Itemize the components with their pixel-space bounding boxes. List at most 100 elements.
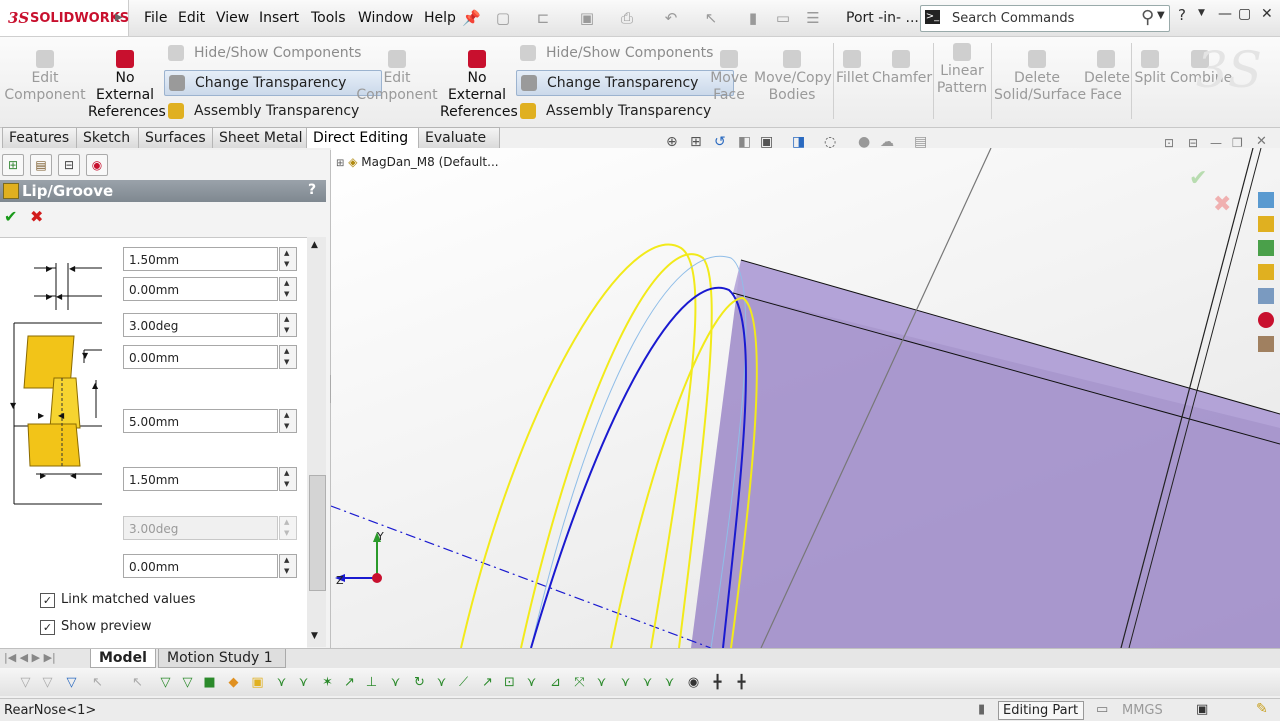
ok-button[interactable]: ✔ (4, 207, 17, 226)
no-external-references-button-1[interactable]: No External References (88, 50, 166, 121)
lip-height-stepper[interactable]: ▲ ▼ (279, 247, 297, 271)
scrollbar-thumb[interactable] (309, 475, 326, 591)
edit-appearance-icon[interactable]: ● (858, 134, 870, 150)
solidworks-logo[interactable]: 3S SOLIDWORKS ▶ (0, 0, 129, 36)
move-face-button[interactable]: Move Face (708, 50, 750, 104)
filter-vertices-icon[interactable]: ▽ (158, 675, 173, 690)
minimize-icon[interactable]: — (1218, 6, 1232, 22)
hide-show-components-button-1[interactable]: Hide/Show Components (164, 41, 382, 65)
hide-show-components-button-2[interactable]: Hide/Show Components (516, 41, 734, 65)
display-style-icon[interactable]: ◨ (792, 134, 805, 150)
tab-sheet-metal[interactable]: Sheet Metal (212, 127, 312, 148)
custom-properties-icon[interactable] (1258, 336, 1274, 352)
split-button[interactable]: Split (1134, 50, 1166, 87)
filter-surfaces-icon[interactable]: ◆ (226, 675, 241, 690)
groove-depth-stepper[interactable]: ▲ ▼ (279, 409, 297, 433)
filter-dowel-icon[interactable]: ╋ (734, 675, 749, 690)
options-icon[interactable]: ☰ (804, 9, 822, 27)
edit-component-button-2[interactable]: Edit Component (356, 50, 438, 104)
lip-height-field[interactable]: 1.50mm (123, 247, 278, 271)
show-preview-checkbox[interactable]: ✓ (40, 620, 55, 635)
apply-scene-icon[interactable]: ☁ (880, 134, 894, 150)
link-matched-values-checkbox[interactable]: ✓ (40, 593, 55, 608)
groove-width-stepper[interactable]: ▲ ▼ (279, 467, 297, 491)
filter-center-marks-icon[interactable]: ╋ (710, 675, 725, 690)
filter-blocks-icon[interactable]: ⊡ (502, 675, 517, 690)
filter-sketch-icon[interactable]: ▽ (180, 675, 195, 690)
zoom-area-icon[interactable]: ⊞ (690, 134, 702, 150)
view-palette-icon[interactable] (1258, 288, 1274, 304)
menu-help[interactable]: Help (424, 10, 456, 26)
property-manager-tab-icon[interactable]: ▤ (30, 154, 52, 176)
filter-solid-icon[interactable]: ■ (202, 675, 217, 690)
design-library-icon[interactable] (1258, 240, 1274, 256)
cancel-button[interactable]: ✖ (30, 207, 43, 226)
filter-cosmetic-icon[interactable]: ⋎ (594, 675, 609, 690)
filter-planes-icon[interactable]: ⋎ (296, 675, 311, 690)
select-other-icon[interactable]: ↖ (130, 675, 145, 690)
groove-depth-field[interactable]: 5.00mm (123, 409, 278, 433)
tab-model[interactable]: Model (90, 649, 156, 668)
open-icon[interactable]: ⊏ (534, 9, 552, 27)
menu-insert[interactable]: Insert (259, 10, 299, 26)
menu-edit[interactable]: Edit (178, 10, 205, 26)
offset-stepper[interactable]: ▲ ▼ (279, 345, 297, 369)
select-icon[interactable]: ↖ (702, 9, 720, 27)
status-units[interactable]: MMGS (1122, 703, 1163, 718)
panel-scrollbar[interactable]: ▲ ▼ (307, 237, 326, 647)
section-view-icon[interactable]: ◧ (738, 134, 751, 150)
linear-pattern-button[interactable]: Linear Pattern (936, 43, 988, 97)
close-icon[interactable]: ✕ (1261, 6, 1273, 22)
print-icon[interactable]: ⎙ (618, 9, 636, 27)
filter-balloons-icon[interactable]: ⋎ (640, 675, 655, 690)
tab-sketch[interactable]: Sketch (76, 127, 142, 148)
draft-angle-stepper[interactable]: ▲ ▼ (279, 313, 297, 337)
appearances-icon[interactable] (1258, 312, 1274, 328)
filter-axes-icon[interactable]: ⋎ (274, 675, 289, 690)
undo-icon[interactable]: ↶ (662, 9, 680, 27)
viewport-minimize-icon[interactable]: — (1210, 136, 1222, 150)
save-icon[interactable]: ▣ (578, 9, 596, 27)
help-button[interactable]: ? (308, 182, 316, 198)
menu-window[interactable]: Window (358, 10, 413, 26)
select-arrow-icon[interactable]: ↖ (90, 675, 105, 690)
rebuild-icon[interactable]: ▮ (744, 9, 762, 27)
zoom-fit-icon[interactable]: ⊕ (666, 134, 678, 150)
filter-notes-icon[interactable]: ⊥ (364, 675, 379, 690)
help-icon[interactable]: ? (1178, 6, 1186, 24)
filter-tables-icon[interactable]: ⋎ (618, 675, 633, 690)
viewport-tile-icon[interactable]: ⊡ (1164, 136, 1174, 150)
solidworks-resources-icon[interactable] (1258, 192, 1274, 208)
chamfer-button[interactable]: Chamfer (872, 50, 932, 87)
tab-features[interactable]: Features (2, 127, 78, 148)
view-settings-icon[interactable]: ▤ (914, 134, 927, 150)
search-dropdown-icon[interactable]: ▼ (1157, 10, 1165, 21)
feature-manager-tab-icon[interactable]: ⊞ (2, 154, 24, 176)
graphics-area[interactable]: ⊞ ◈ MagDan_M8 (Default... Y Z ⌕ ✔ ✖ (331, 148, 1280, 648)
filter-gtol-icon[interactable]: ⋎ (524, 675, 539, 690)
filter-connection-icon[interactable]: ◉ (686, 675, 701, 690)
filter-routing-icon[interactable]: ⋎ (662, 675, 677, 690)
viewport-close-icon[interactable]: ✕ (1256, 134, 1267, 149)
groove-width-field[interactable]: 1.50mm (123, 467, 278, 491)
lip-gap-field[interactable]: 0.00mm (123, 277, 278, 301)
filter-welds-icon[interactable]: ⋎ (388, 675, 403, 690)
filter-centerline-icon[interactable]: ↗ (480, 675, 495, 690)
filter-icon[interactable]: ▽ (18, 675, 33, 690)
search-commands-box[interactable]: >_ Search Commands ⚲ (920, 5, 1170, 32)
edit-component-button-1[interactable]: Edit Component (4, 50, 86, 104)
configuration-manager-tab-icon[interactable]: ⊟ (58, 154, 80, 176)
filter-loops-icon[interactable]: ↻ (412, 675, 427, 690)
status-help-icon[interactable]: ✎ (1256, 701, 1268, 717)
help-dropdown-icon[interactable]: ▼ (1198, 8, 1205, 18)
filter-dims-icon[interactable]: ↗ (342, 675, 357, 690)
lip-gap-stepper[interactable]: ▲ ▼ (279, 277, 297, 301)
filter-points-icon[interactable]: ✶ (320, 675, 335, 690)
display-manager-tab-icon[interactable]: ◉ (86, 154, 108, 176)
filter-surface-finish-icon[interactable]: ⊿ (548, 675, 563, 690)
tab-motion-study-1[interactable]: Motion Study 1 (158, 649, 286, 668)
delete-solid-surface-button[interactable]: Delete Solid/Surface (994, 50, 1086, 104)
tab-direct-editing[interactable]: Direct Editing (306, 127, 422, 148)
menu-tools[interactable]: Tools (311, 10, 346, 26)
search-icon[interactable]: ⚲ (1141, 7, 1154, 28)
